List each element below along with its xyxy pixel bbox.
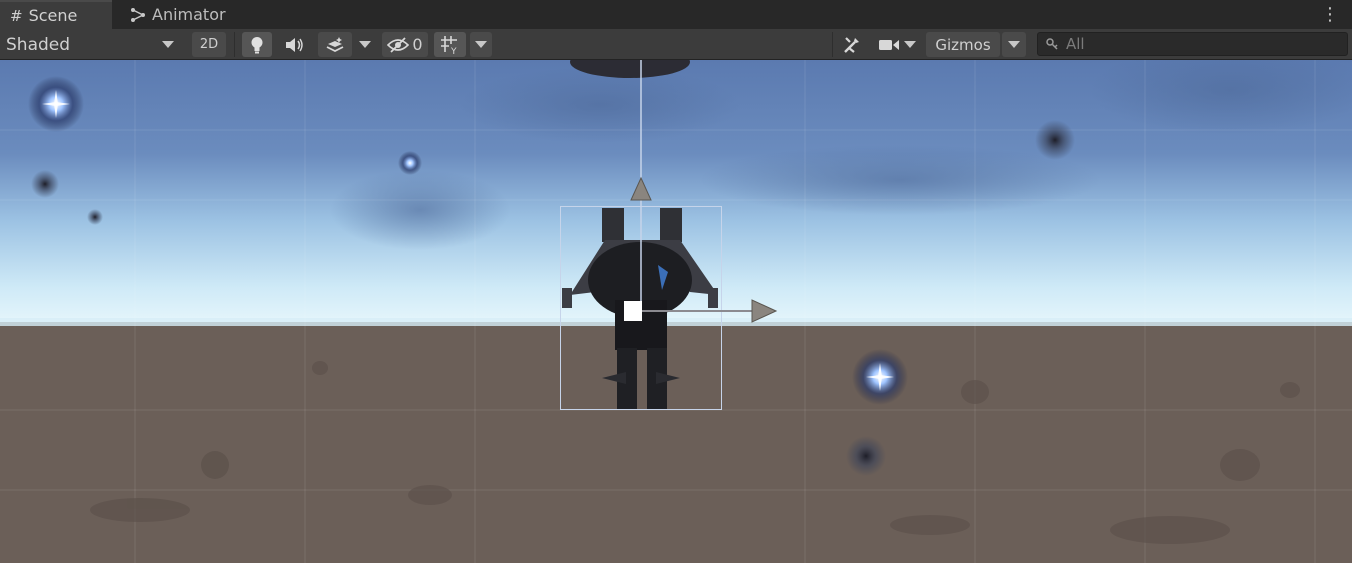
shadow-blob bbox=[87, 209, 103, 225]
camera-icon bbox=[878, 39, 899, 50]
speaker-icon bbox=[286, 37, 303, 52]
hidden-count: 0 bbox=[412, 35, 423, 54]
grid-dropdown[interactable] bbox=[470, 32, 492, 57]
shadow-blob bbox=[31, 170, 59, 198]
light-gizmo[interactable] bbox=[28, 76, 84, 132]
more-options-icon[interactable]: ⋮ bbox=[1320, 4, 1340, 25]
chevron-down-icon bbox=[1008, 41, 1020, 48]
shadow-blob bbox=[846, 436, 886, 476]
toggle-2d-button[interactable]: 2D bbox=[192, 32, 226, 57]
svg-text:Y: Y bbox=[450, 47, 457, 55]
camera-settings-button[interactable] bbox=[874, 32, 920, 57]
scene-visibility-toggle[interactable]: 0 bbox=[382, 32, 428, 57]
scene-search[interactable] bbox=[1037, 32, 1348, 56]
hash-grid-icon: # bbox=[10, 6, 23, 25]
toolbar-divider bbox=[832, 32, 833, 57]
scene-viewport[interactable] bbox=[0, 60, 1352, 563]
chevron-down-icon bbox=[475, 41, 487, 48]
gizmos-toggle[interactable]: Gizmos bbox=[926, 32, 1000, 57]
lighting-toggle[interactable] bbox=[242, 32, 272, 57]
light-gizmo[interactable] bbox=[852, 349, 908, 405]
toolbar-divider bbox=[234, 32, 235, 57]
animator-icon bbox=[131, 7, 145, 22]
layers-effects-icon bbox=[326, 36, 344, 52]
effects-dropdown[interactable] bbox=[354, 32, 376, 57]
scene-toolbar: Shaded 2D 0 Y Gizmos All bbox=[0, 29, 1352, 60]
sky-cloud bbox=[700, 145, 1100, 215]
tab-scene[interactable]: # Scene bbox=[0, 0, 112, 29]
tools-button[interactable] bbox=[838, 32, 866, 57]
gizmos-dropdown[interactable] bbox=[1002, 32, 1026, 57]
chevron-down-icon bbox=[903, 41, 916, 48]
tab-scene-label: Scene bbox=[28, 6, 78, 25]
tab-animator[interactable]: Animator bbox=[120, 0, 250, 29]
audio-toggle[interactable] bbox=[278, 32, 310, 57]
sky-cloud bbox=[330, 170, 510, 250]
search-icon bbox=[1046, 38, 1058, 50]
effects-toggle[interactable] bbox=[318, 32, 352, 57]
grid-icon: Y bbox=[441, 35, 457, 55]
grid-toggle[interactable]: Y bbox=[434, 32, 466, 57]
sky-cloud bbox=[460, 67, 740, 143]
draw-mode-value: Shaded bbox=[6, 34, 71, 55]
tab-animator-label: Animator bbox=[152, 5, 226, 24]
search-input[interactable] bbox=[1066, 33, 1336, 55]
shadow-blob bbox=[1035, 120, 1075, 160]
window-tab-bar: # Scene Animator ⋮ bbox=[0, 0, 1352, 29]
lightbulb-icon bbox=[251, 36, 263, 53]
light-gizmo[interactable] bbox=[398, 151, 422, 175]
scene-render[interactable] bbox=[0, 60, 1352, 563]
draw-mode-dropdown[interactable]: Shaded bbox=[0, 32, 182, 57]
tools-icon bbox=[844, 36, 859, 53]
eye-hidden-icon bbox=[387, 36, 410, 53]
horizon-line bbox=[0, 318, 1352, 326]
chevron-down-icon bbox=[162, 41, 174, 48]
chevron-down-icon bbox=[359, 41, 371, 48]
